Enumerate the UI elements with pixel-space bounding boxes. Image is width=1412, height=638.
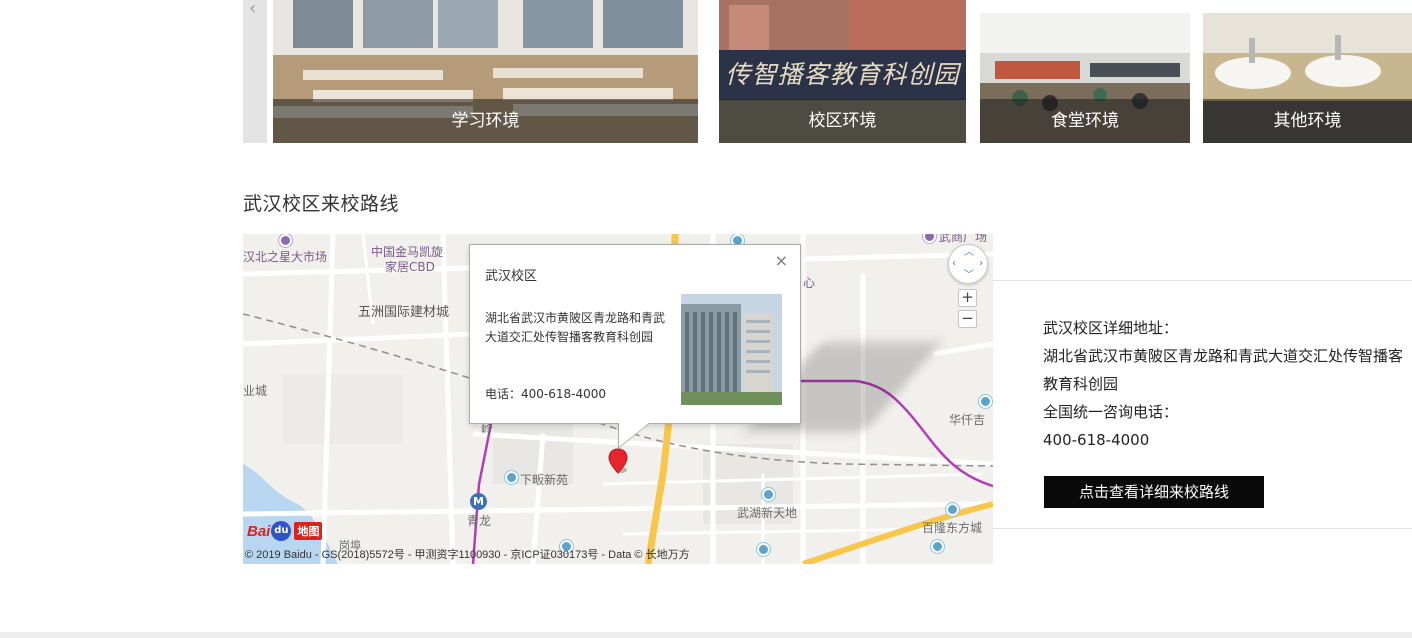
poi-icon [505,471,518,484]
pan-down-icon[interactable]: ﹀ [964,271,974,281]
poi-icon [757,543,770,556]
map-pan-control[interactable]: ︿ ﹀ ‹ › [948,244,988,284]
page: ‹ 学习环境 传智播客教育科创园 校区环境 食堂环境 其他环境 武汉校区来校路线… [0,0,1412,638]
gallery-tile-campus[interactable]: 传智播客教育科创园 校区环境 [719,0,966,143]
pan-left-icon[interactable]: ‹ [952,259,956,269]
baidu-map-logo: Bai du 地图 [247,518,323,544]
baidu-map[interactable]: 汉北之星大市场 中国金马凯旋 家居CBD 五洲国际建材城 武商广场 心 业城 华… [243,234,993,564]
campus-building-photo [681,294,782,405]
pan-up-icon[interactable]: ︿ [964,248,974,258]
gallery-tile-label: 学习环境 [273,99,698,143]
gallery-tile-other[interactable]: 其他环境 [1203,13,1412,143]
info-window-title: 武汉校区 [485,269,538,284]
map-copyright: © 2019 Baidu - GS(2018)5572号 - 甲测资字11009… [245,549,690,561]
map-label: 下畈新苑 [520,473,569,487]
phone-label: 全国统一咨询电话： [1043,403,1179,421]
map-label: 业城 [243,384,268,398]
info-window: 武汉校区 × 湖北省武汉市黄陂区青龙路和青武大道交汇处传智播客教育科创园 电话：… [469,244,801,424]
map-label: 百隆东方城 [922,521,983,535]
view-route-button[interactable]: 点击查看详细来校路线 [1044,476,1264,508]
baidu-paw-icon: du [271,521,292,541]
pan-right-icon[interactable]: › [979,259,983,269]
poi-icon [979,395,992,408]
poi-icon [931,540,944,553]
gallery-tile-canteen[interactable]: 食堂环境 [980,13,1190,143]
address-label: 武汉校区详细地址： [1043,319,1179,337]
gallery-tile-label: 校区环境 [719,99,966,143]
address-panel: 武汉校区详细地址： 湖北省武汉市黄陂区青龙路和青武大道交汇处传智播客教育科创园 … [993,280,1412,529]
map-label: 五洲国际建材城 [358,305,450,320]
map-label: 武商广场 [939,234,988,244]
chevron-left-icon: ‹ [249,0,257,19]
map-label: 武湖新天地 [737,506,798,520]
gallery-tile-study[interactable]: 学习环境 [273,0,698,143]
phone-value: 400-618-4000 [1043,431,1150,449]
gallery-tile-label: 食堂环境 [980,99,1190,143]
shopping-poi-icon [279,234,292,247]
address-text: 武汉校区详细地址： 湖北省武汉市黄陂区青龙路和青武大道交汇处传智播客教育科创园 … [1043,314,1403,454]
poi-icon [762,488,775,501]
zoom-in-button[interactable]: + [958,289,977,307]
info-window-phone: 电话：400-618-4000 [485,387,607,401]
map-label: 汉北之星大市场 [243,250,328,264]
gallery-tile-label: 其他环境 [1203,99,1412,143]
info-window-address: 湖北省武汉市黄陂区青龙路和青武大道交汇处传智播客教育科创园 [485,311,666,344]
gallery-prev-button[interactable]: ‹ [243,0,267,143]
footer-divider [0,632,1412,638]
metro-station-icon: M [470,493,487,510]
address-value: 湖北省武汉市黄陂区青龙路和青武大道交汇处传智播客教育科创园 [1043,347,1404,393]
map-label: 华仟吉 [949,413,986,427]
poi-icon [946,503,959,516]
zoom-out-button[interactable]: − [958,310,977,328]
map-label: 青龙 [467,514,492,528]
location-marker-icon[interactable] [608,448,628,474]
campus-banner-text: 传智播客教育科创园 [725,60,960,89]
section-title: 武汉校区来校路线 [243,193,400,215]
map-label: 心 [803,276,816,290]
info-window-tail [619,423,649,447]
close-icon[interactable]: × [775,253,788,269]
map-label: 家居CBD [385,260,435,274]
